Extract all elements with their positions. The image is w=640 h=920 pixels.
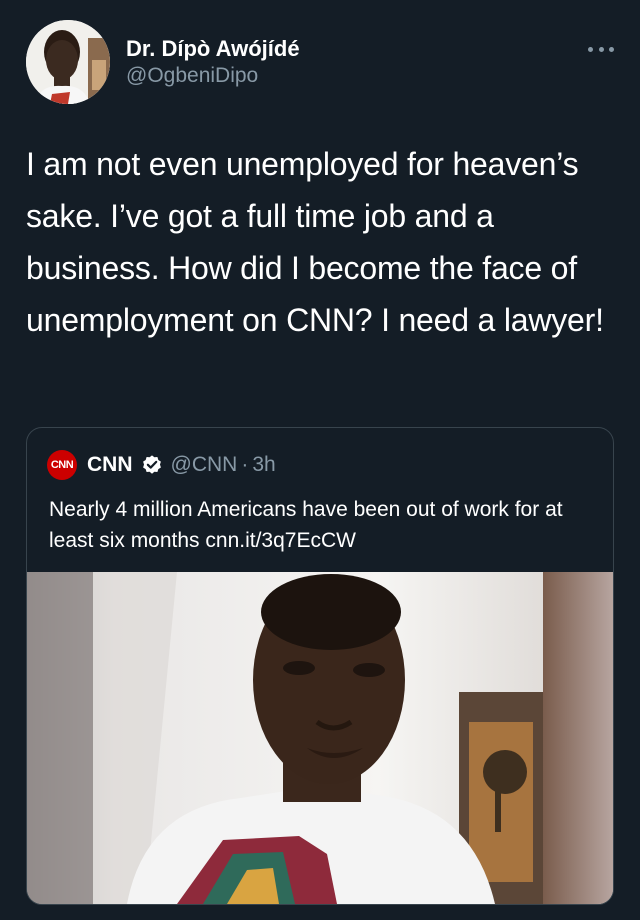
author-handle[interactable]: @OgbeniDipo: [126, 62, 300, 90]
author-display-name[interactable]: Dr. Dípò Awójídé: [126, 36, 300, 62]
quoted-tweet-header: CNN CNN @CNN · 3h: [47, 450, 276, 480]
cnn-logo: CNN: [47, 450, 77, 480]
quoted-tweet-text: Nearly 4 million Americans have been out…: [49, 498, 563, 552]
tweet-screen: Dr. Dípò Awójídé @OgbeniDipo I am not ev…: [0, 0, 640, 920]
more-horizontal-icon[interactable]: [588, 44, 614, 54]
quoted-timestamp: 3h: [252, 453, 276, 476]
quoted-tweet-image[interactable]: [27, 572, 613, 904]
quoted-tweet-card[interactable]: CNN CNN @CNN · 3h Nearly 4 million Ameri…: [26, 427, 614, 905]
author-info: Dr. Dípò Awójídé @OgbeniDipo: [126, 36, 300, 90]
person-photo: [27, 572, 613, 904]
verified-badge-icon: [142, 455, 161, 474]
author-avatar[interactable]: [26, 20, 110, 104]
quoted-author-name: CNN: [87, 453, 133, 476]
tweet-text: I am not even unemployed for heaven’s sa…: [26, 146, 604, 338]
avatar-photo: [26, 20, 110, 104]
tweet-header: Dr. Dípò Awójídé @OgbeniDipo: [22, 18, 620, 108]
quoted-author-handle: @CNN: [170, 453, 238, 476]
quoted-separator: ·: [241, 453, 249, 476]
